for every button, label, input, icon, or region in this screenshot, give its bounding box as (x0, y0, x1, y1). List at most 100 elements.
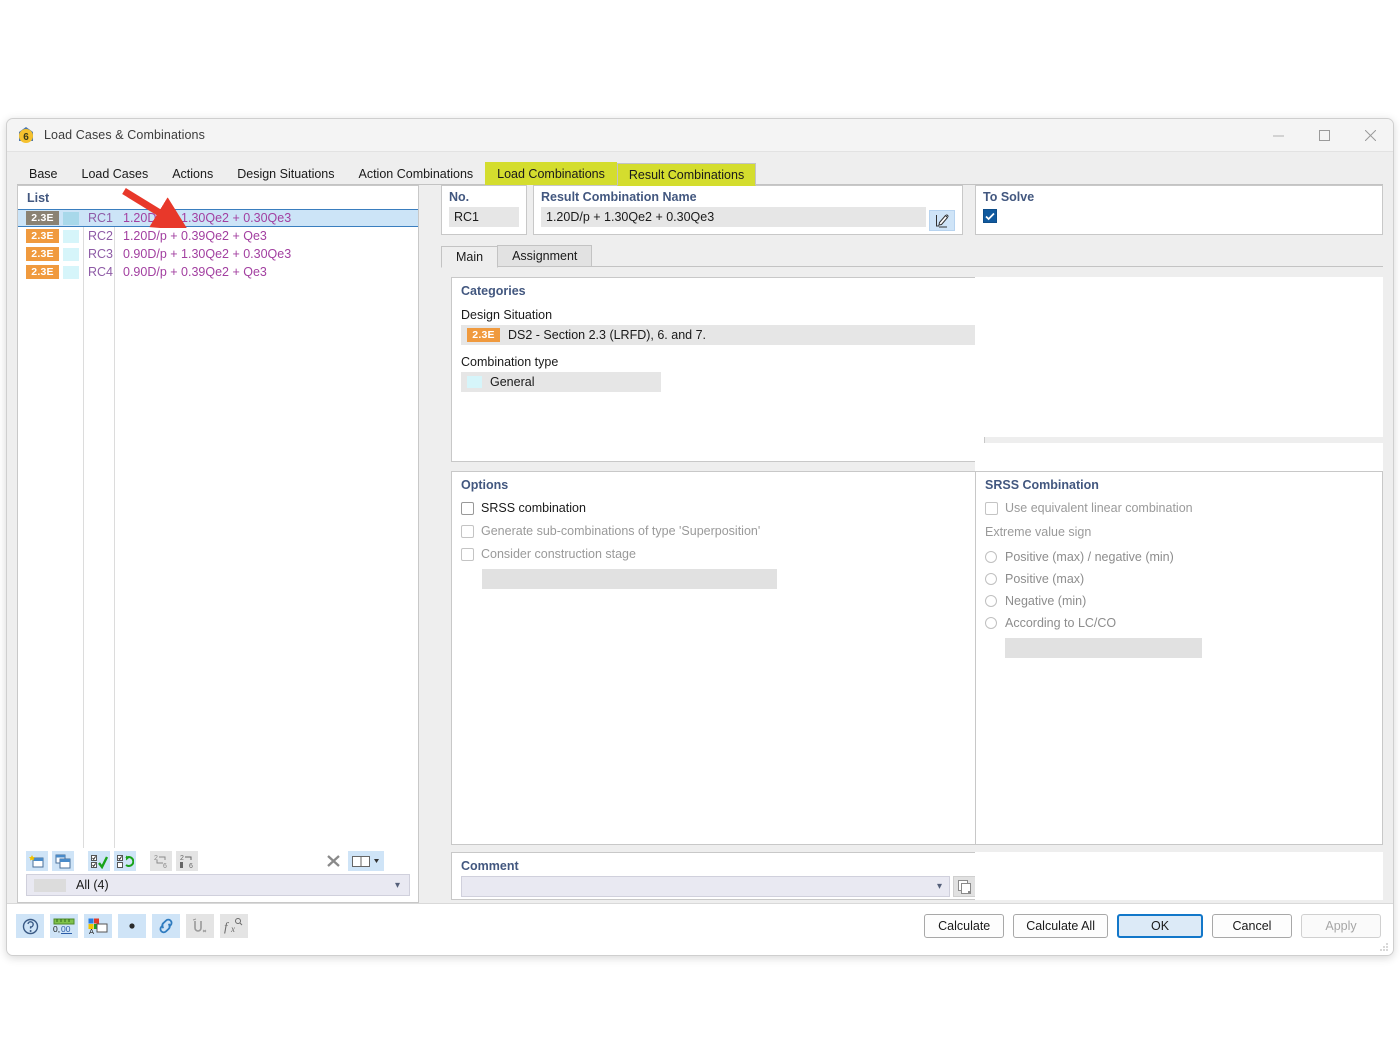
design-situation-badge: 2.3E (26, 247, 59, 261)
comment-input[interactable]: ▾ (461, 876, 950, 897)
radio-icon (985, 617, 997, 629)
point-marker-icon[interactable] (118, 914, 146, 938)
color-swatch (63, 229, 79, 243)
table-row[interactable]: 2.3E RC1 1.20D/p + 1.30Qe2 + 0.30Qe3 (18, 209, 418, 227)
radio-according-to-lc-co: According to LC/CO (976, 616, 1382, 630)
dialog-body: List 2.3E RC1 1.20D/p + 1.30Qe2 + 0.30Qe… (17, 185, 1383, 903)
design-situation-badge: 2.3E (26, 265, 59, 279)
copy-result-combination-icon[interactable] (52, 851, 74, 871)
extreme-value-sign-label: Extreme value sign (985, 525, 1092, 539)
apply-button: Apply (1301, 914, 1381, 938)
pencil-edit-icon[interactable] (929, 210, 955, 231)
svg-text:6: 6 (189, 863, 193, 869)
srss-combination-checkbox-row[interactable]: SRSS combination (452, 501, 984, 515)
row-number: RC3 (87, 247, 113, 261)
tab-assignment[interactable]: Assignment (497, 245, 593, 267)
radio-positive-max: Positive (max) (976, 572, 1382, 586)
result-combination-name-label: Result Combination Name (541, 190, 697, 204)
dialog-buttons: Calculate Calculate All OK Cancel Apply (915, 914, 1381, 938)
combination-type-value-row[interactable]: General (461, 372, 661, 392)
select-all-icon[interactable] (88, 851, 110, 871)
sort-numbering-icon: 2 6 (176, 851, 198, 871)
combination-type-label: Combination type (461, 355, 559, 369)
resize-grip[interactable] (1377, 940, 1389, 952)
tab-load-combinations[interactable]: Load Combinations (485, 162, 617, 185)
calculate-all-button[interactable]: Calculate All (1013, 914, 1108, 938)
load-cases-combinations-dialog: 6 Load Cases & Combinations Base Load Ca… (6, 118, 1394, 956)
invert-selection-icon[interactable] (114, 851, 136, 871)
result-combination-list[interactable]: 2.3E RC1 1.20D/p + 1.30Qe2 + 0.30Qe3 2.3… (18, 209, 418, 848)
generate-subcombinations-checkbox-row: Generate sub-combinations of type 'Super… (452, 524, 984, 538)
radio-label: Positive (max) (1005, 572, 1085, 586)
svg-text:6: 6 (23, 132, 29, 143)
units-decimals-icon[interactable]: 0, 00 (50, 914, 78, 938)
window-title: Load Cases & Combinations (44, 128, 205, 142)
svg-text:00: 00 (61, 924, 71, 934)
to-solve-checkbox[interactable] (983, 209, 997, 223)
chevron-down-icon: ▾ (936, 881, 942, 892)
options-title: Options (461, 478, 509, 492)
chevron-down-icon: ▾ (394, 879, 400, 891)
renumber-icon: 2 6 (150, 851, 172, 871)
row-description: 0.90D/p + 0.39Qe2 + Qe3 (123, 265, 267, 279)
table-row[interactable]: 2.3E RC2 1.20D/p + 0.39Qe2 + Qe3 (18, 227, 418, 245)
preview-panel-bottom (975, 852, 1383, 900)
list-toolbar: 2 6 2 6 (18, 848, 418, 874)
design-situation-badge: 2.3E (467, 328, 500, 342)
minimize-button[interactable] (1255, 119, 1301, 152)
link-icon[interactable] (152, 914, 180, 938)
checkbox-icon (461, 547, 474, 561)
table-row[interactable]: 2.3E RC4 0.90D/p + 0.39Qe2 + Qe3 (18, 263, 418, 281)
checkbox-icon (461, 524, 474, 538)
list-caption: List (27, 191, 50, 205)
list-panel: List 2.3E RC1 1.20D/p + 1.30Qe2 + 0.30Qe… (17, 185, 419, 903)
tab-result-combinations[interactable]: Result Combinations (616, 163, 757, 186)
tab-design-situations[interactable]: Design Situations (225, 162, 346, 185)
cancel-button[interactable]: Cancel (1212, 914, 1292, 938)
copy-comment-icon[interactable] (953, 876, 977, 897)
calculate-button[interactable]: Calculate (924, 914, 1005, 938)
colors-display-icon[interactable]: A (84, 914, 112, 938)
preview-panel-strip (975, 443, 1383, 471)
tab-actions[interactable]: Actions (160, 162, 225, 185)
svg-text:2: 2 (180, 855, 184, 862)
table-view-icon[interactable] (348, 851, 384, 871)
no-input[interactable]: RC1 (449, 207, 519, 227)
tab-main[interactable]: Main (441, 246, 499, 268)
svg-text:0,: 0, (53, 924, 60, 934)
info-help-icon[interactable] (16, 914, 44, 938)
rfem6-logo-icon: 6 (16, 125, 36, 145)
table-row[interactable]: 2.3E RC3 0.90D/p + 1.30Qe2 + 0.30Qe3 (18, 245, 418, 263)
svg-text:6: 6 (163, 863, 167, 869)
dialog-footer: 0, 00 A f x Calculate Calculate All OK C… (7, 903, 1393, 955)
no-field-card: No. RC1 (441, 185, 527, 235)
design-situation-label: Design Situation (461, 308, 553, 322)
use-equivalent-linear-combination-row: Use equivalent linear combination (976, 501, 1382, 515)
checkbox-icon[interactable] (461, 501, 474, 515)
main-tab-strip: Base Load Cases Actions Design Situation… (17, 162, 1393, 186)
design-situation-value: DS2 - Section 2.3 (LRFD), 6. and 7. (508, 328, 707, 342)
construction-stage-input (482, 569, 777, 589)
preview-panel-top (975, 277, 1383, 437)
use-equivalent-linear-combination-label: Use equivalent linear combination (1005, 501, 1193, 515)
filter-value: All (4) (76, 878, 109, 892)
srss-combination-label: SRSS combination (481, 501, 586, 515)
tab-load-cases[interactable]: Load Cases (70, 162, 161, 185)
result-combination-name-input[interactable]: 1.20D/p + 1.30Qe2 + 0.30Qe3 (541, 207, 926, 227)
radio-positive-max-negative-min: Positive (max) / negative (min) (976, 550, 1382, 564)
snap-icon (186, 914, 214, 938)
row-description: 1.20D/p + 1.30Qe2 + 0.30Qe3 (123, 211, 292, 225)
srss-combination-card: SRSS Combination Use equivalent linear c… (975, 471, 1383, 845)
maximize-button[interactable] (1301, 119, 1347, 152)
radio-negative-min: Negative (min) (976, 594, 1382, 608)
tab-action-combinations[interactable]: Action Combinations (347, 162, 486, 185)
close-button[interactable] (1347, 119, 1393, 152)
new-result-combination-icon[interactable] (26, 851, 48, 871)
ok-button[interactable]: OK (1117, 914, 1203, 938)
design-situation-value-row[interactable]: 2.3E DS2 - Section 2.3 (LRFD), 6. and 7. (461, 325, 981, 345)
comment-card: Comment ▾ (451, 852, 985, 900)
delete-icon (322, 851, 344, 871)
color-swatch (63, 247, 79, 261)
tab-base[interactable]: Base (17, 162, 70, 185)
list-filter-dropdown[interactable]: All (4) ▾ (26, 874, 410, 896)
